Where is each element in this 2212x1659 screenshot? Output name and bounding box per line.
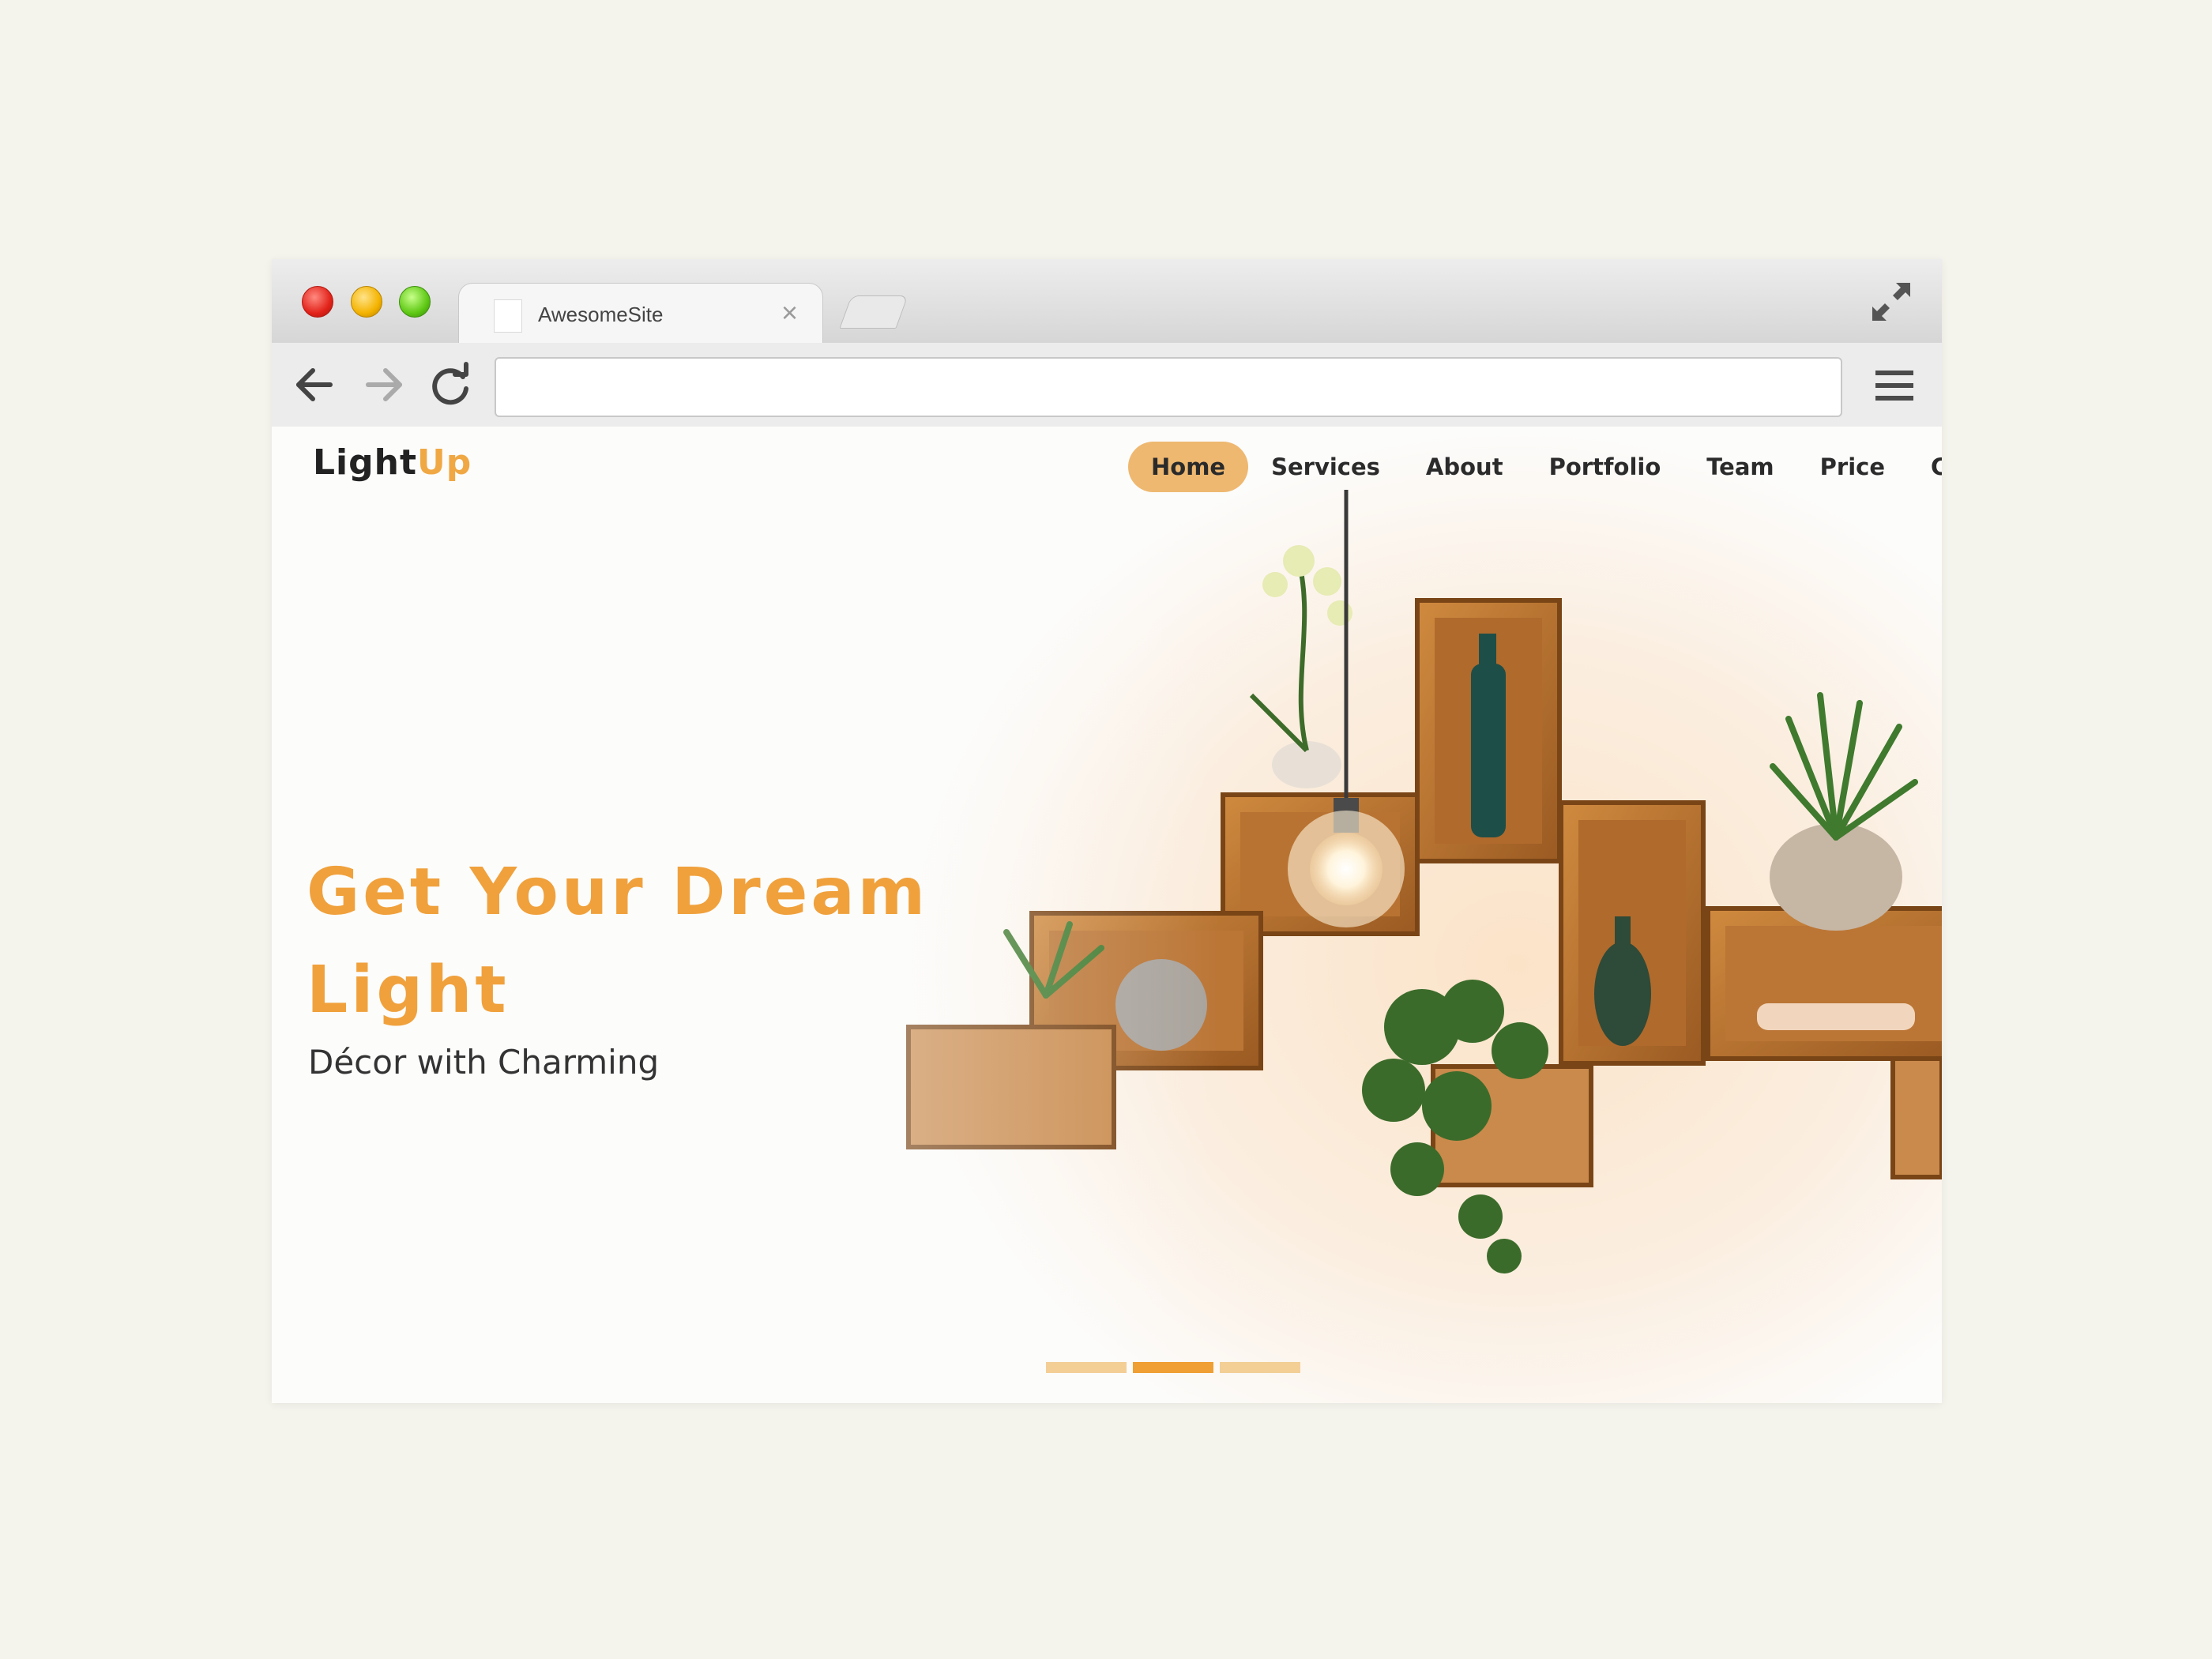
nav-home[interactable]: Home [1128,442,1249,492]
page-favicon-icon [494,299,522,333]
tab-title: AwesomeSite [538,303,664,326]
browser-window: AwesomeSite × LightUp Home Services Abou… [272,259,1942,1403]
nav-about[interactable]: About [1403,442,1526,492]
nav-services[interactable]: Services [1248,442,1403,492]
new-tab-button[interactable] [839,295,908,329]
maximize-window-button[interactable] [399,286,431,318]
minimize-window-button[interactable] [351,286,382,318]
nav-team[interactable]: Team [1683,442,1796,492]
browser-tab[interactable]: AwesomeSite × [458,283,823,344]
nav-portfolio[interactable]: Portfolio [1526,442,1684,492]
hamburger-menu-icon[interactable] [1872,363,1917,408]
hero-title: Get Your Dream Light [307,844,954,1040]
main-navigation: Home Services About Portfolio Team Price… [1128,441,1942,493]
forward-arrow-icon[interactable] [357,360,409,409]
logo-accent-text: Up [416,442,472,483]
back-arrow-icon[interactable] [289,360,341,409]
hero-title-line-2: Light [307,953,510,1028]
nav-price[interactable]: Price [1797,442,1908,492]
logo-text: Light [313,442,417,483]
site-logo[interactable]: LightUp [313,442,472,483]
slide-indicator-2[interactable] [1133,1362,1213,1373]
web-page: LightUp Home Services About Portfolio Te… [272,427,1942,1403]
nav-contact[interactable]: Co [1908,442,1942,492]
hero-title-line-1: Get Your Dream [307,855,929,930]
slide-indicator-1[interactable] [1046,1362,1127,1373]
close-window-button[interactable] [302,286,333,318]
address-bar-input[interactable] [495,357,1842,417]
browser-titlebar: AwesomeSite × [272,259,1942,344]
fullscreen-icon[interactable] [1868,278,1915,325]
slide-indicator-3[interactable] [1220,1362,1300,1373]
tab-close-icon[interactable]: × [781,296,798,329]
hero-subtitle: Décor with Charming [308,1043,660,1082]
browser-toolbar [272,343,1942,427]
slider-indicators [1046,1362,1300,1373]
reload-icon[interactable] [425,360,477,409]
